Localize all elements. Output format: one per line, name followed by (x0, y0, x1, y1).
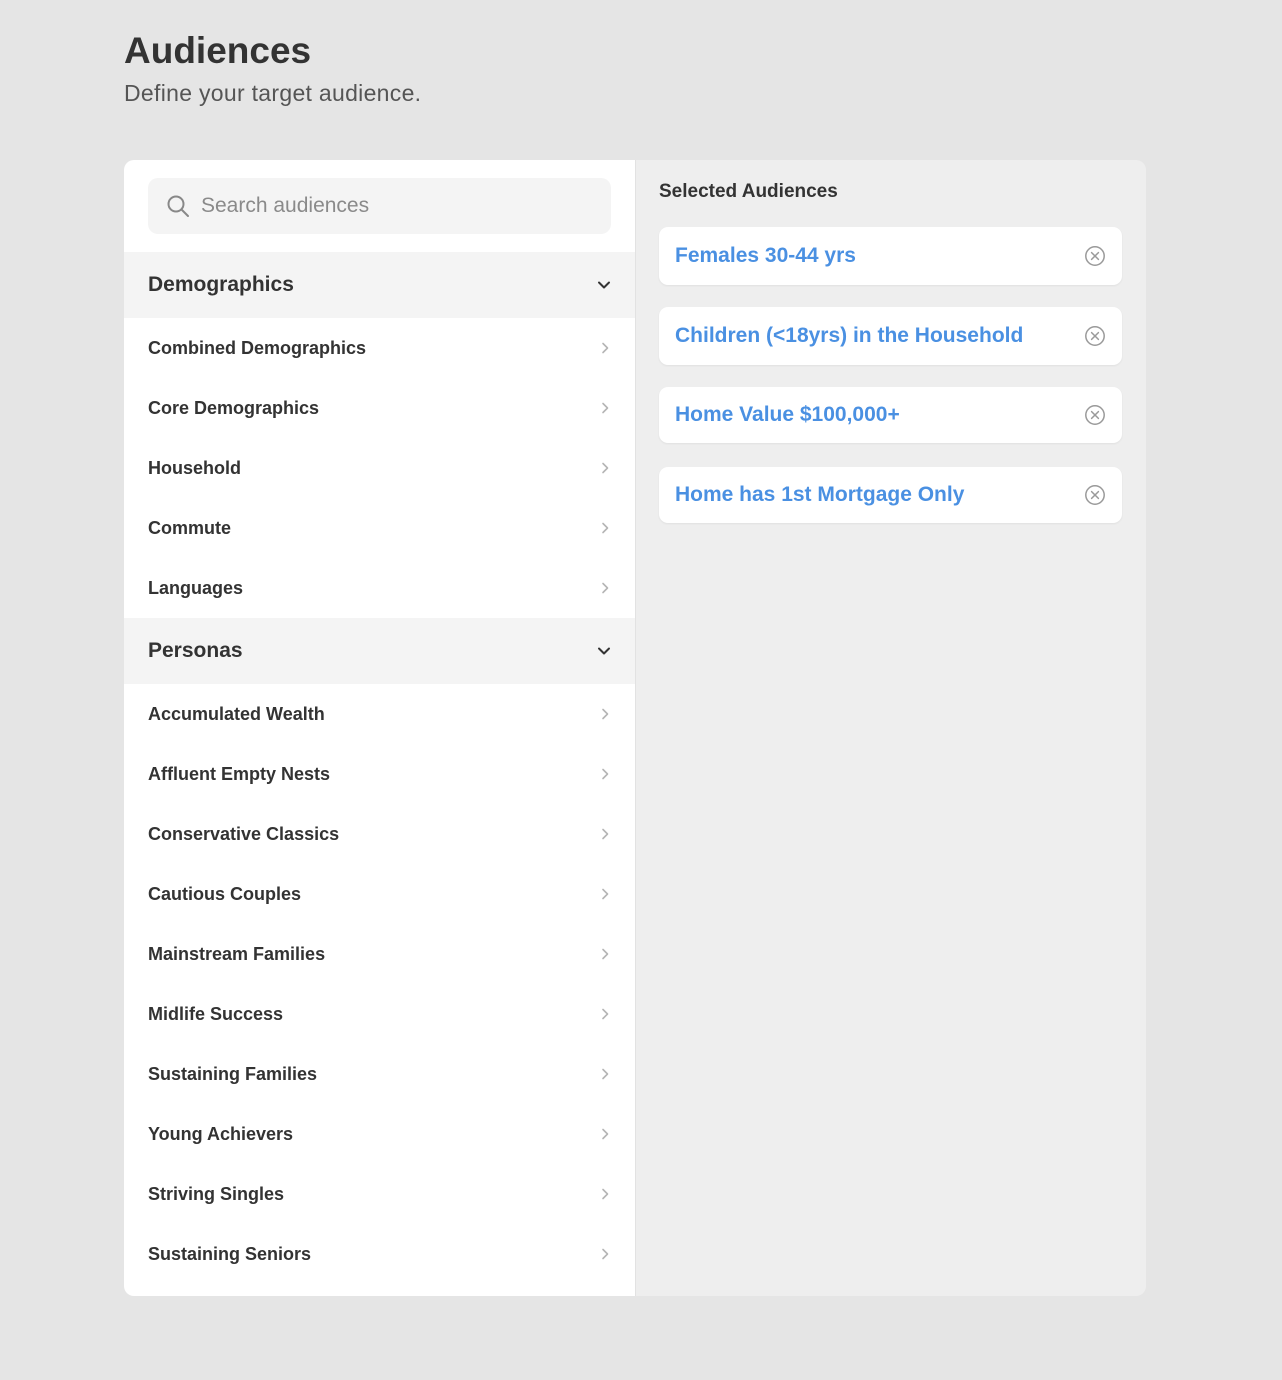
selected-audience-chip: Children (<18yrs) in the Household (659, 307, 1122, 365)
selected-audiences-panel: Selected Audiences Females 30-44 yrs Chil… (636, 160, 1146, 1296)
category-item-label: Affluent Empty Nests (148, 763, 331, 784)
selected-audience-label: Children (<18yrs) in the Household (675, 324, 1024, 347)
audiences-page: Audiences Define your target audience. D… (0, 0, 1282, 1380)
audience-panel: Demographics Combined Demographics Core De… (124, 160, 1146, 1296)
page-title: Audiences (124, 30, 312, 71)
category-item-label: Core Demographics (148, 397, 320, 418)
selected-audience-chip: Females 30-44 yrs (659, 227, 1122, 285)
close-circle-icon[interactable] (1084, 484, 1106, 506)
group-title: Personas (148, 639, 243, 662)
chevron-right-icon (602, 948, 609, 960)
category-item-conservative-classics[interactable]: Conservative Classics (124, 804, 635, 864)
chevron-right-icon (602, 1188, 609, 1200)
audience-browser: Demographics Combined Demographics Core De… (124, 160, 636, 1296)
category-item-mainstream-families[interactable]: Mainstream Families (124, 924, 635, 984)
chevron-right-icon (602, 768, 609, 780)
close-circle-icon[interactable] (1084, 325, 1106, 347)
category-item-midlife-success[interactable]: Midlife Success (124, 984, 635, 1044)
selected-audience-chip: Home Value $100,000+ (659, 387, 1122, 443)
chevron-right-icon (602, 1248, 609, 1260)
chevron-right-icon (602, 342, 609, 354)
chevron-right-icon (602, 462, 609, 474)
selected-audience-label: Home has 1st Mortgage Only (675, 483, 965, 506)
chevron-down-icon (598, 647, 610, 655)
chevron-down-icon (598, 281, 610, 289)
close-circle-icon[interactable] (1084, 245, 1106, 267)
category-item-label: Household (148, 457, 241, 478)
close-circle-icon[interactable] (1084, 404, 1106, 426)
search-container (124, 160, 635, 252)
chevron-right-icon (602, 828, 609, 840)
selected-audience-chip: Home has 1st Mortgage Only (659, 467, 1122, 523)
page-subtitle: Define your target audience. (124, 80, 422, 106)
category-item-household[interactable]: Household (124, 438, 635, 498)
category-item-affluent-empty-nests[interactable]: Affluent Empty Nests (124, 744, 635, 804)
category-item-label: Conservative Classics (148, 823, 340, 844)
group-title: Demographics (148, 273, 294, 296)
chevron-right-icon (602, 402, 609, 414)
selected-audiences-title: Selected Audiences (659, 181, 838, 202)
category-item-commute[interactable]: Commute (124, 498, 635, 558)
selected-audiences-list: Females 30-44 yrs Children (<18yrs) in th… (659, 227, 1122, 523)
category-item-languages[interactable]: Languages (124, 558, 635, 618)
category-item-label: Young Achievers (148, 1123, 294, 1144)
chevron-right-icon (602, 1068, 609, 1080)
category-item-label: Commute (148, 517, 232, 538)
search-box[interactable] (148, 178, 611, 234)
category-item-label: Sustaining Seniors (148, 1243, 312, 1264)
category-groups: Demographics Combined Demographics Core De… (124, 252, 635, 1284)
category-item-label: Combined Demographics (148, 337, 367, 358)
group-header-demographics[interactable]: Demographics (124, 252, 635, 318)
chevron-right-icon (602, 1008, 609, 1020)
selected-audience-label: Females 30-44 yrs (675, 244, 856, 267)
category-item-striving-singles[interactable]: Striving Singles (124, 1164, 635, 1224)
category-item-young-achievers[interactable]: Young Achievers (124, 1104, 635, 1164)
category-item-label: Mainstream Families (148, 943, 326, 964)
chevron-right-icon (602, 1128, 609, 1140)
category-item-label: Languages (148, 577, 244, 598)
chevron-right-icon (602, 888, 609, 900)
category-item-sustaining-seniors[interactable]: Sustaining Seniors (124, 1224, 635, 1284)
category-item-label: Accumulated Wealth (148, 703, 325, 724)
category-item-label: Striving Singles (148, 1183, 285, 1204)
chevron-right-icon (602, 708, 609, 720)
chevron-right-icon (602, 522, 609, 534)
category-item-cautious-couples[interactable]: Cautious Couples (124, 864, 635, 924)
category-item-label: Midlife Success (148, 1003, 284, 1024)
chevron-right-icon (602, 582, 609, 594)
category-item-core-demographics[interactable]: Core Demographics (124, 378, 635, 438)
category-item-combined-demographics[interactable]: Combined Demographics (124, 318, 635, 378)
category-item-sustaining-families[interactable]: Sustaining Families (124, 1044, 635, 1104)
category-item-accumulated-wealth[interactable]: Accumulated Wealth (124, 684, 635, 744)
category-item-label: Sustaining Families (148, 1063, 318, 1084)
category-item-label: Cautious Couples (148, 883, 302, 904)
search-input[interactable] (148, 178, 611, 234)
selected-audience-label: Home Value $100,000+ (675, 403, 900, 426)
group-header-personas[interactable]: Personas (124, 618, 635, 684)
